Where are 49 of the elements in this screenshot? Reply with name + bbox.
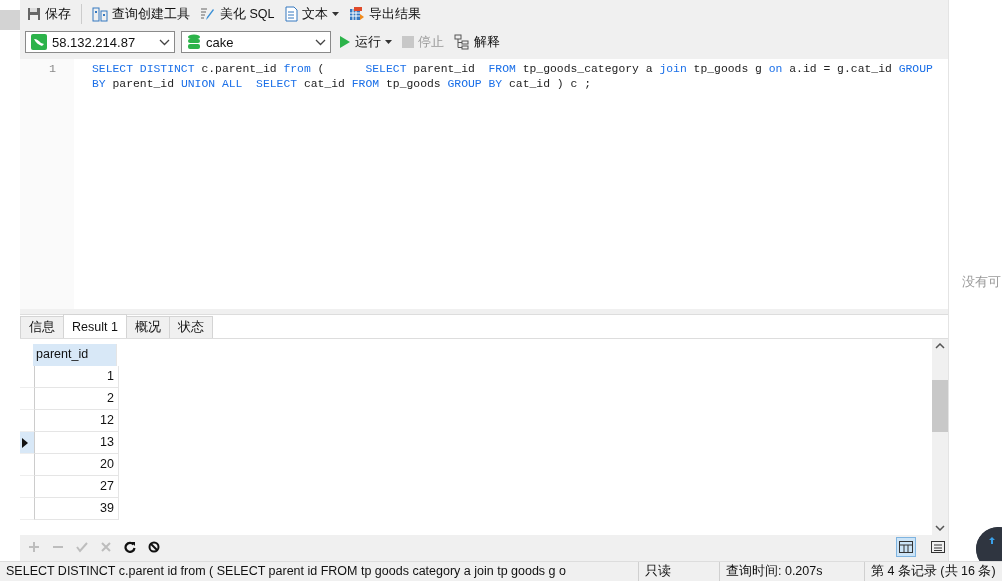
- scroll-down-icon[interactable]: [935, 525, 945, 531]
- explain-button[interactable]: 解释: [452, 31, 502, 53]
- grid-view-button[interactable]: [896, 537, 916, 557]
- table-cell: 20: [35, 454, 119, 476]
- result-tab[interactable]: 信息: [20, 316, 64, 338]
- column-header[interactable]: parent_id: [33, 344, 117, 366]
- status-sql: SELECT DISTINCT c.parent id from ( SELECT parent id FROM tp goods category a join tp goods g o: [0, 562, 639, 581]
- table-cell: 13: [35, 432, 119, 454]
- chevron-down-icon: [159, 38, 170, 46]
- toolbar-button[interactable]: 查询创建工具: [90, 3, 192, 25]
- row-indicator[interactable]: [20, 432, 35, 454]
- no-entry-icon[interactable]: [148, 541, 160, 553]
- toolbar-button[interactable]: 导出结果: [346, 3, 423, 25]
- result-tab[interactable]: 状态: [168, 316, 213, 338]
- toolbar-button[interactable]: 美化 SQL: [198, 3, 277, 25]
- sql-code[interactable]: SELECT DISTINCT c.parent_id from ( SELECT parent_id FROM tp_goods_category a join tp_goods g on a.id = g.cat_id GROUP BY parent_id UNION ALL SELECT cat_id FROM tp_goods GROUP BY cat_id ) c ;: [74, 59, 948, 309]
- scrollbar-thumb[interactable]: [932, 380, 948, 432]
- database-dropdown[interactable]: cake: [181, 31, 331, 53]
- empty-message: 没有可: [962, 274, 1001, 289]
- database-icon: [187, 34, 201, 50]
- table-cell: 12: [35, 410, 119, 432]
- table-cell: 27: [35, 476, 119, 498]
- stop-icon: [402, 36, 414, 48]
- database-value: cake: [206, 34, 235, 50]
- side-tab[interactable]: [0, 10, 20, 30]
- refresh-icon[interactable]: [124, 541, 136, 553]
- play-icon: [339, 35, 351, 49]
- pencil-lines-icon: [200, 6, 216, 22]
- toolbar-button[interactable]: 文本: [282, 3, 341, 25]
- current-row-icon: [22, 437, 28, 448]
- chevron-down-icon: [315, 38, 326, 46]
- table-cell: 2: [35, 388, 119, 410]
- line-number: 1: [20, 59, 74, 309]
- toolbar-button[interactable]: 保存: [25, 3, 73, 25]
- status-mode: 只读: [639, 562, 720, 581]
- connection-icon: [31, 34, 47, 50]
- result-tab[interactable]: 概况: [125, 316, 170, 338]
- explain-icon: [454, 34, 470, 50]
- scroll-up-icon[interactable]: [935, 343, 945, 349]
- table-cell: 39: [35, 498, 119, 520]
- query-builder-icon: [92, 6, 108, 22]
- connection-dropdown[interactable]: 58.132.214.87: [25, 31, 175, 53]
- status-query-time: 查询时间: 0.207s: [720, 562, 865, 581]
- document-icon: [284, 6, 298, 22]
- export-table-icon: [348, 6, 365, 22]
- status-record: 第 4 条记录 (共 16 条): [870, 563, 997, 580]
- table-cell: 1: [35, 366, 119, 388]
- connection-value: 58.132.214.87: [52, 34, 137, 50]
- run-button[interactable]: 运行: [337, 31, 394, 53]
